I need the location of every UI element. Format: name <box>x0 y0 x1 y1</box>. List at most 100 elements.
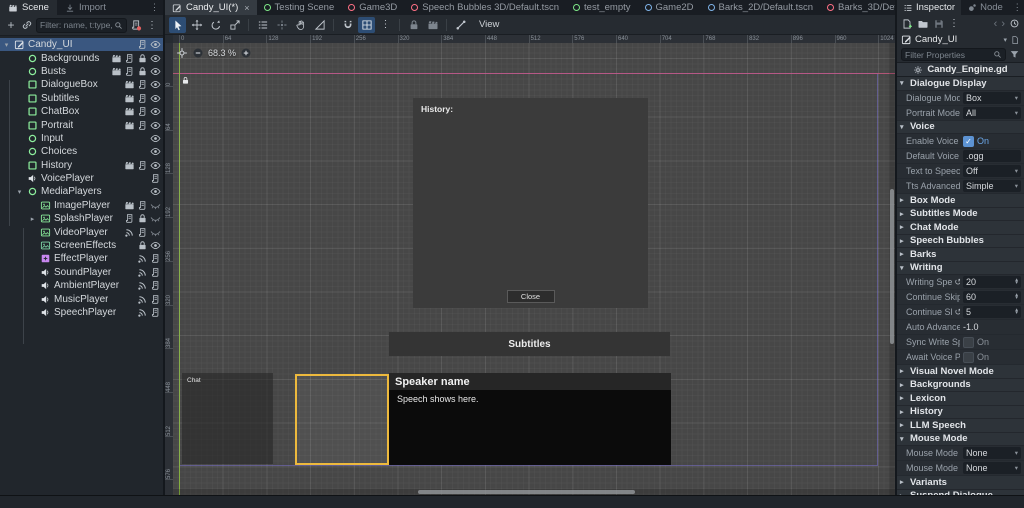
lock-toggle-icon[interactable] <box>137 66 148 77</box>
load-resource-icon[interactable] <box>917 18 929 30</box>
close-tab-icon[interactable]: × <box>244 3 249 13</box>
eye-toggle-icon[interactable] <box>150 146 161 157</box>
attach-script-icon[interactable] <box>130 19 142 31</box>
eye-toggle-icon[interactable] <box>150 186 161 197</box>
zoom-in-icon[interactable] <box>240 47 252 59</box>
checkbox[interactable] <box>963 337 974 348</box>
inspector-menu-icon[interactable]: ⋮ <box>1009 0 1024 15</box>
eye-toggle-icon[interactable] <box>150 133 161 144</box>
script-toggle-icon[interactable] <box>137 227 148 238</box>
2d-canvas[interactable]: 68.3 % History: Close Subtitles Chat <box>173 43 895 495</box>
zoom-level[interactable]: 68.3 % <box>208 48 236 58</box>
vscroll-thumb[interactable] <box>890 189 894 344</box>
tree-node-Portrait[interactable]: Portrait <box>0 118 163 131</box>
signal-toggle-icon[interactable] <box>137 267 148 278</box>
eye-toggle-icon[interactable] <box>150 53 161 64</box>
tree-node-SplashPlayer[interactable]: ▸SplashPlayer <box>0 212 163 225</box>
tree-node-ImagePlayer[interactable]: ImagePlayer <box>0 199 163 212</box>
checkbox[interactable] <box>963 352 974 363</box>
subtitles-bar[interactable]: Subtitles <box>389 332 670 356</box>
signal-toggle-icon[interactable] <box>137 280 148 291</box>
tree-node-SoundPlayer[interactable]: SoundPlayer <box>0 266 163 279</box>
eye-toggle-icon[interactable] <box>150 106 161 117</box>
history-panel[interactable]: History: Close <box>413 98 648 308</box>
spinner-icon[interactable]: ▴▾ <box>1015 309 1018 316</box>
scene-tab-candy-ui-[interactable]: Candy_UI(*)× <box>165 0 257 15</box>
tree-node-Backgrounds[interactable]: Backgrounds <box>0 51 163 64</box>
lock-node-button[interactable] <box>405 17 422 33</box>
tree-node-EffectPlayer[interactable]: EffectPlayer <box>0 252 163 265</box>
pan-tool[interactable] <box>292 17 309 33</box>
filter-properties-input[interactable]: Filter Properties <box>901 48 1006 61</box>
inspector-section-variants[interactable]: ▸Variants <box>897 476 1024 490</box>
scene-tab-game2d[interactable]: Game2D <box>638 0 701 15</box>
number-field[interactable]: 5▴▾ <box>963 306 1021 318</box>
group-toggle-icon[interactable] <box>111 66 122 77</box>
node-doc-icon[interactable] <box>1010 35 1020 45</box>
zoom-out-icon[interactable] <box>192 47 204 59</box>
inspector-tab-node[interactable]: Node <box>961 0 1009 15</box>
script-toggle-icon[interactable] <box>150 173 161 184</box>
script-toggle-icon[interactable] <box>137 160 148 171</box>
expand-icon[interactable]: ▸ <box>28 215 37 223</box>
smart-snap-toggle[interactable] <box>339 17 356 33</box>
script-header[interactable]: Candy_Engine.gd <box>897 62 1024 77</box>
inspector-section-suspend-dialogue[interactable]: ▸Suspend Dialogue <box>897 490 1024 496</box>
save-resource-icon[interactable] <box>933 18 945 30</box>
group-toggle-icon[interactable] <box>124 93 135 104</box>
tree-node-MediaPlayers[interactable]: ▾MediaPlayers <box>0 185 163 198</box>
vertical-scrollbar[interactable] <box>889 43 895 495</box>
eye-off-toggle-icon[interactable] <box>150 213 161 224</box>
script-toggle-icon[interactable] <box>150 294 161 305</box>
portrait-box-selected[interactable] <box>295 374 389 465</box>
script-toggle-icon[interactable] <box>124 53 135 64</box>
dropdown-none[interactable]: None▾ <box>963 462 1021 474</box>
skeleton-options-button[interactable] <box>452 17 469 33</box>
signal-toggle-icon[interactable] <box>137 253 148 264</box>
inspector-tab-inspector[interactable]: Inspector <box>897 0 961 15</box>
script-toggle-icon[interactable] <box>124 66 135 77</box>
new-resource-icon[interactable] <box>901 18 913 30</box>
tree-node-SpeechPlayer[interactable]: SpeechPlayer <box>0 306 163 319</box>
eye-toggle-icon[interactable] <box>150 120 161 131</box>
history-forward-icon[interactable]: › <box>1001 19 1005 29</box>
group-toggle-icon[interactable] <box>124 120 135 131</box>
tree-node-VoicePlayer[interactable]: VoicePlayer <box>0 172 163 185</box>
lock-toggle-icon[interactable] <box>137 240 148 251</box>
scene-tab-testing-scene[interactable]: Testing Scene <box>257 0 342 15</box>
group-node-button[interactable] <box>424 17 441 33</box>
dropdown-all[interactable]: All▾ <box>963 107 1021 119</box>
edit-history-icon[interactable] <box>1009 18 1020 29</box>
signal-toggle-icon[interactable] <box>137 307 148 318</box>
inspector-section-chat-mode[interactable]: ▸Chat Mode <box>897 221 1024 235</box>
inspector-section-subtitles-mode[interactable]: ▸Subtitles Mode <box>897 208 1024 222</box>
eye-toggle-icon[interactable] <box>150 66 161 77</box>
center-view-icon[interactable] <box>176 47 188 59</box>
inspector-section-voice[interactable]: ▾Voice <box>897 121 1024 135</box>
hscroll-thumb[interactable] <box>418 490 635 494</box>
scene-tree-menu-icon[interactable]: ⋮ <box>145 18 159 32</box>
number-field[interactable]: 20▴▾ <box>963 276 1021 288</box>
eye-toggle-icon[interactable] <box>150 160 161 171</box>
scene-filter-input[interactable]: Filter: name, t:type, g:gr <box>36 18 127 33</box>
view-menu[interactable]: View <box>471 19 507 30</box>
resource-menu-icon[interactable]: ⋮ <box>949 18 959 29</box>
dropdown-off[interactable]: Off▾ <box>963 165 1021 177</box>
inspector-section-box-mode[interactable]: ▸Box Mode <box>897 194 1024 208</box>
eye-off-toggle-icon[interactable] <box>150 227 161 238</box>
script-toggle-icon[interactable] <box>150 307 161 318</box>
add-node-button[interactable]: + <box>4 18 18 32</box>
instance-scene-icon[interactable] <box>21 19 33 31</box>
group-toggle-icon[interactable] <box>124 79 135 90</box>
tree-node-AmbientPlayer[interactable]: AmbientPlayer <box>0 279 163 292</box>
dock-tab-scene[interactable]: Scene <box>0 0 57 15</box>
tree-node-DialogueBox[interactable]: DialogueBox <box>0 78 163 91</box>
scene-tab-test-empty[interactable]: test_empty <box>566 0 637 15</box>
tree-node-ScreenEffects[interactable]: ScreenEffects <box>0 239 163 252</box>
tree-node-Choices[interactable]: Choices <box>0 145 163 158</box>
select-tool[interactable] <box>169 17 186 33</box>
pivot-tool[interactable] <box>273 17 290 33</box>
inspector-section-writing[interactable]: ▾Writing <box>897 262 1024 276</box>
inspector-section-barks[interactable]: ▸Barks <box>897 248 1024 262</box>
horizontal-scrollbar[interactable] <box>173 489 895 495</box>
